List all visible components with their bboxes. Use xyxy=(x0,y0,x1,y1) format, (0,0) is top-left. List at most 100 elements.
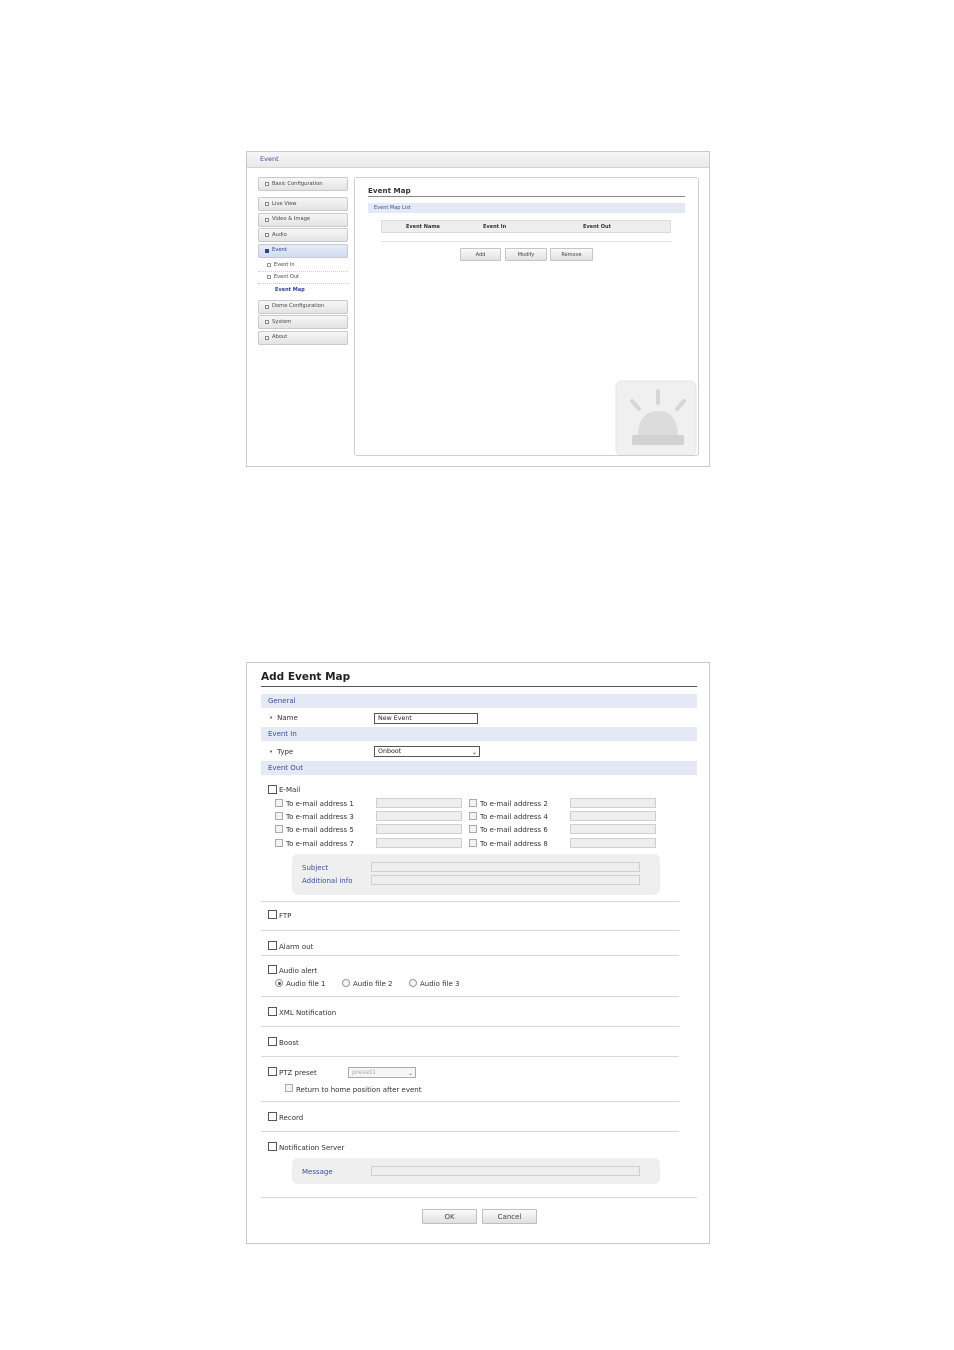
type-label-text: Type xyxy=(277,748,294,756)
cancel-button[interactable]: Cancel xyxy=(482,1209,537,1224)
event-map-table-header: Event Name Event In Event Out xyxy=(381,220,671,233)
sidebar-item-audio[interactable]: Audio xyxy=(258,228,348,242)
ptz-preset-label: PTZ preset xyxy=(279,1069,317,1077)
record-checkbox[interactable] xyxy=(268,1112,277,1121)
modify-button[interactable]: Modify xyxy=(505,248,547,261)
square-bullet-icon xyxy=(265,304,269,309)
column-header-event-in: Event In xyxy=(483,223,507,230)
type-select-value: Onboot xyxy=(378,748,402,755)
sidebar: Basic Configuration Live View Video & Im… xyxy=(258,177,348,346)
email-address-5-checkbox[interactable] xyxy=(275,825,283,833)
sidebar-subitem-label: Event Map xyxy=(275,287,305,294)
return-home-label: Return to home position after event xyxy=(296,1086,422,1094)
divider xyxy=(261,901,679,902)
square-bullet-icon xyxy=(265,202,269,206)
additional-info-input[interactable] xyxy=(371,875,640,885)
divider xyxy=(261,1101,679,1102)
sidebar-item-system[interactable]: System xyxy=(258,315,348,329)
email-address-1-checkbox[interactable] xyxy=(275,799,283,807)
square-bullet-icon xyxy=(265,320,269,324)
type-select[interactable]: Onboot ⌄ xyxy=(374,746,480,757)
boost-checkbox[interactable] xyxy=(268,1037,277,1046)
square-bullet-icon xyxy=(265,182,269,186)
add-event-map-window: Add Event Map General •Name Event In •Ty… xyxy=(246,662,710,1244)
ptz-preset-select[interactable]: preset1 ⌄ xyxy=(348,1067,416,1078)
email-address-1-input[interactable] xyxy=(376,798,462,808)
ok-button[interactable]: OK xyxy=(422,1209,477,1224)
divider xyxy=(261,1056,679,1057)
email-label: E-Mail xyxy=(279,786,301,794)
email-address-4-input[interactable] xyxy=(570,811,656,821)
notification-server-checkbox[interactable] xyxy=(268,1142,277,1151)
name-label: • Name xyxy=(269,714,298,722)
additional-info-label: Additional info xyxy=(302,877,353,885)
ptz-preset-checkbox[interactable] xyxy=(268,1067,277,1076)
audio-file-3-radio[interactable] xyxy=(409,979,417,987)
email-address-5-input[interactable] xyxy=(376,824,462,834)
sidebar-subitem-event-in[interactable]: Event In xyxy=(258,259,348,272)
divider xyxy=(261,1197,697,1198)
audio-file-3-label: Audio file 3 xyxy=(420,980,460,988)
subject-input[interactable] xyxy=(371,862,640,872)
name-input[interactable] xyxy=(374,713,478,724)
email-address-8-label: To e-mail address 8 xyxy=(480,840,548,848)
xml-notification-checkbox[interactable] xyxy=(268,1007,277,1016)
email-address-8-checkbox[interactable] xyxy=(469,839,477,847)
sidebar-item-about[interactable]: About xyxy=(258,330,348,345)
email-address-8-input[interactable] xyxy=(570,838,656,848)
email-address-2-input[interactable] xyxy=(570,798,656,808)
event-map-content: Event Map Event Map List Event Name Even… xyxy=(354,177,699,456)
email-address-2-checkbox[interactable] xyxy=(469,799,477,807)
sidebar-item-label: Dome Configuration xyxy=(272,303,325,309)
page-title: Event Map xyxy=(368,186,411,195)
divider xyxy=(261,1026,679,1027)
audio-file-1-radio[interactable] xyxy=(275,979,283,987)
email-address-5-label: To e-mail address 5 xyxy=(286,826,354,834)
alarm-out-checkbox[interactable] xyxy=(268,941,277,950)
chevron-down-icon: ⌄ xyxy=(407,1070,413,1077)
audio-alert-label: Audio alert xyxy=(279,967,318,975)
divider xyxy=(261,955,679,956)
sidebar-subitem-label: Event In xyxy=(274,261,295,268)
sidebar-item-dome-configuration[interactable]: Dome Configuration xyxy=(258,299,348,314)
email-address-6-checkbox[interactable] xyxy=(469,825,477,833)
sidebar-item-event[interactable]: Event xyxy=(258,243,348,258)
email-address-3-input[interactable] xyxy=(376,811,462,821)
section-event-out: Event Out xyxy=(261,761,697,775)
audio-alert-checkbox[interactable] xyxy=(268,965,277,974)
bullet-icon: • xyxy=(269,714,274,722)
sidebar-item-basic-configuration[interactable]: Basic Configuration xyxy=(258,177,348,191)
email-address-2-label: To e-mail address 2 xyxy=(480,800,548,808)
title-divider xyxy=(368,196,685,197)
email-address-7-input[interactable] xyxy=(376,838,462,848)
remove-button[interactable]: Remove xyxy=(550,248,593,261)
email-address-6-input[interactable] xyxy=(570,824,656,834)
sidebar-subitem-event-map[interactable]: Event Map xyxy=(258,284,348,297)
sidebar-subitem-event-out[interactable]: Event Out xyxy=(258,272,348,284)
square-bullet-icon xyxy=(265,233,269,237)
email-address-3-label: To e-mail address 3 xyxy=(286,813,354,821)
sidebar-subitem-label: Event Out xyxy=(274,274,299,281)
page-title: Add Event Map xyxy=(261,671,351,683)
message-label: Message xyxy=(302,1168,333,1176)
email-address-4-label: To e-mail address 4 xyxy=(480,813,548,821)
sidebar-item-label: Event xyxy=(272,247,287,253)
ftp-checkbox[interactable] xyxy=(268,910,277,919)
alarm-out-label: Alarm out xyxy=(279,943,314,951)
sidebar-item-live-view[interactable]: Live View xyxy=(258,197,348,211)
square-bullet-icon xyxy=(265,335,269,340)
audio-file-2-radio[interactable] xyxy=(342,979,350,987)
add-button[interactable]: Add xyxy=(460,248,501,261)
title-divider xyxy=(261,686,697,687)
notification-server-label: Notification Server xyxy=(279,1144,345,1152)
divider xyxy=(261,930,679,931)
sidebar-item-video-image[interactable]: Video & Image xyxy=(258,212,348,227)
sidebar-item-label: Basic Configuration xyxy=(272,180,323,187)
email-address-4-checkbox[interactable] xyxy=(469,812,477,820)
message-input[interactable] xyxy=(371,1166,640,1176)
email-checkbox[interactable] xyxy=(268,785,277,794)
return-home-checkbox[interactable] xyxy=(285,1084,293,1092)
email-address-3-checkbox[interactable] xyxy=(275,812,283,820)
xml-notification-label: XML Notification xyxy=(279,1009,337,1017)
email-address-7-checkbox[interactable] xyxy=(275,839,283,847)
